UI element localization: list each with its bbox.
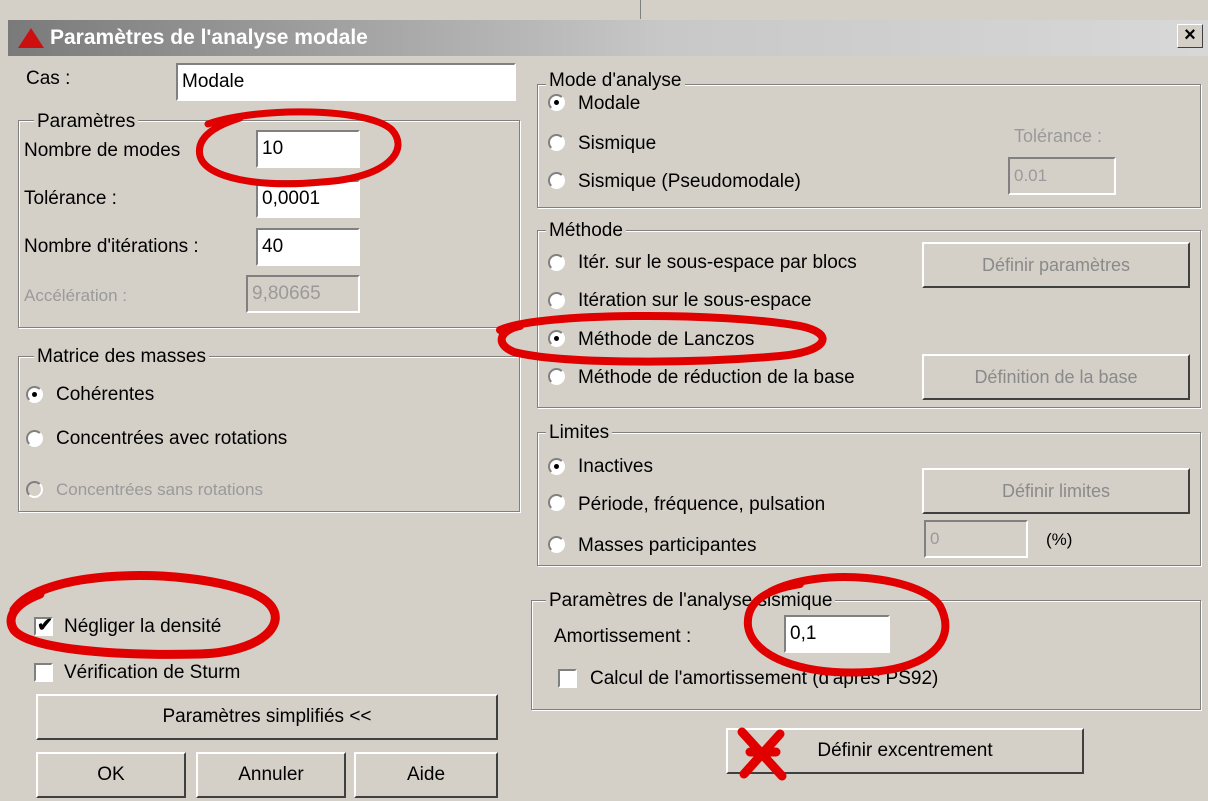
annotation-cross-eccentricity bbox=[737, 727, 787, 781]
annotation-circle-modes bbox=[195, 108, 402, 188]
red-annotation-overlay bbox=[6, 108, 950, 781]
annotation-circle-lanczos bbox=[496, 311, 827, 366]
annotation-circle-density bbox=[6, 571, 280, 659]
annotation-circle-damping bbox=[743, 573, 950, 677]
